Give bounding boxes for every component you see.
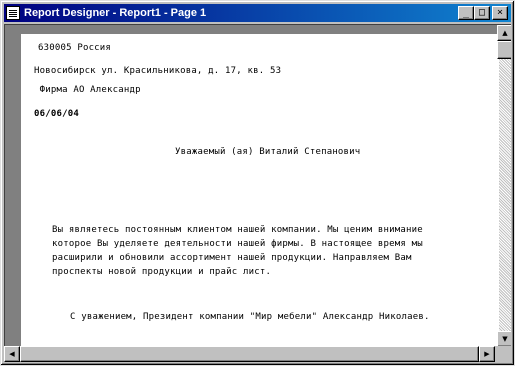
- window-title: Report Designer - Report1 - Page 1: [24, 7, 207, 19]
- report-greeting: Уважаемый (ая) Виталий Степанович: [175, 147, 361, 157]
- horizontal-scroll-thumb[interactable]: [20, 346, 479, 362]
- report-body-line: Вы являетесь постоянным клиентом нашей к…: [52, 225, 423, 235]
- report-designer-window: Report Designer - Report1 - Page 1 _ □ ×…: [0, 0, 515, 366]
- report-body-line: проспекты новой продукции и прайс лист.: [52, 267, 272, 277]
- scroll-left-button[interactable]: ◀: [4, 346, 20, 362]
- horizontal-scrollbar[interactable]: ◀ ▶: [4, 346, 495, 362]
- report-company: Фирма АО Александр: [34, 85, 141, 95]
- report-page: 630005 Россия Новосибирск ул. Красильник…: [21, 34, 503, 346]
- size-grip[interactable]: [495, 346, 511, 362]
- report-date: 06/06/04: [34, 109, 79, 119]
- report-zip-country: 630005 Россия: [38, 43, 112, 53]
- report-body-line: расширили и обновили ассортимент нашей п…: [52, 253, 412, 263]
- report-icon[interactable]: [6, 6, 20, 20]
- vertical-scrollbar[interactable]: ▲ ▼: [497, 25, 511, 346]
- scroll-down-button[interactable]: ▼: [497, 331, 511, 346]
- report-body-line: которое Вы уделяете деятельности нашей ф…: [52, 239, 423, 249]
- maximize-button[interactable]: □: [474, 6, 490, 20]
- close-button[interactable]: ×: [492, 6, 508, 20]
- report-signature: С уважением, Президент компании "Мир меб…: [70, 312, 430, 322]
- title-bar[interactable]: Report Designer - Report1 - Page 1 _ □ ×: [4, 4, 511, 22]
- vertical-scroll-thumb[interactable]: [497, 41, 511, 59]
- minimize-button[interactable]: _: [458, 6, 474, 20]
- scroll-right-button[interactable]: ▶: [479, 346, 495, 362]
- report-preview-area: 630005 Россия Новосибирск ул. Красильник…: [4, 24, 511, 346]
- scroll-up-button[interactable]: ▲: [497, 25, 511, 41]
- report-street-address: Новосибирск ул. Красильникова, д. 17, кв…: [34, 66, 282, 76]
